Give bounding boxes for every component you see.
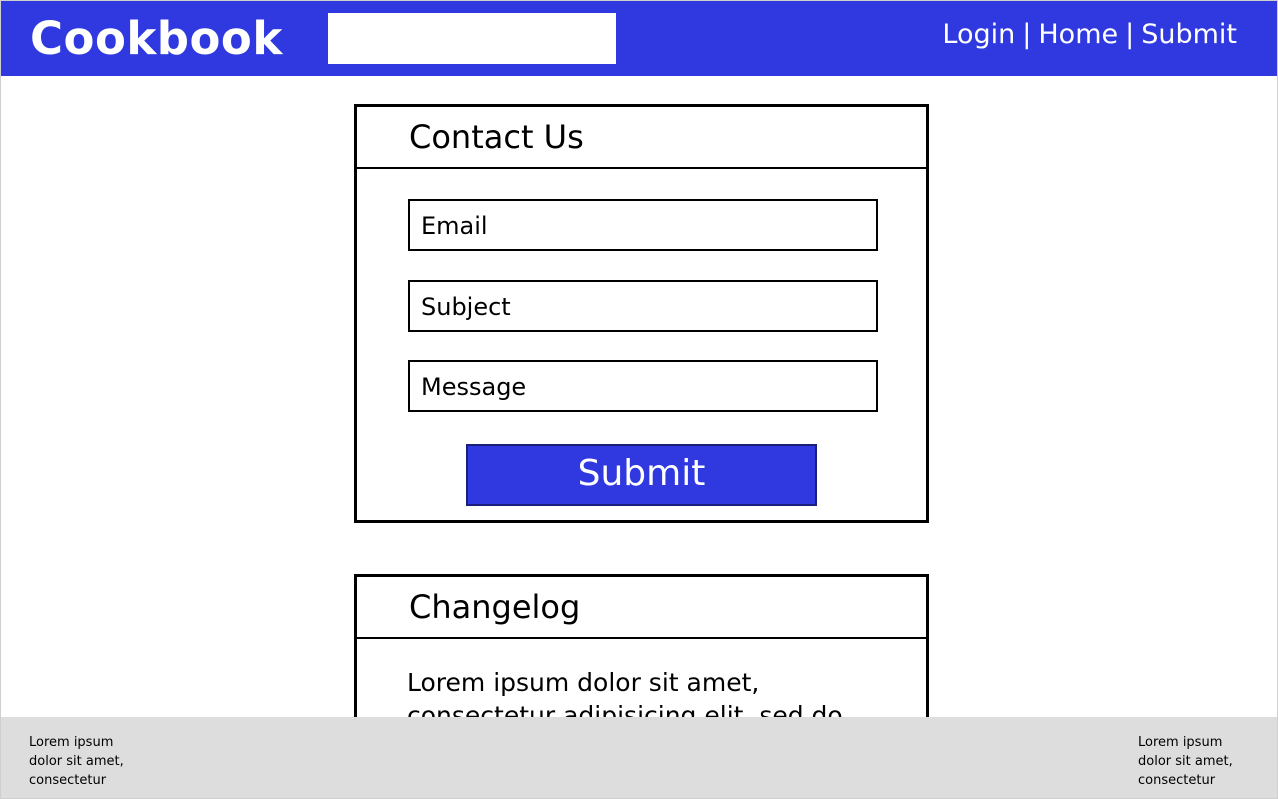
- submit-button[interactable]: Submit: [466, 444, 817, 506]
- home-link[interactable]: Home: [1038, 19, 1118, 50]
- search-input[interactable]: [328, 13, 616, 64]
- message-field[interactable]: [408, 360, 878, 412]
- site-logo[interactable]: Cookbook: [30, 7, 283, 71]
- contact-title: Contact Us: [409, 118, 584, 156]
- changelog-title: Changelog: [409, 588, 581, 626]
- contact-card-header: Contact Us: [357, 107, 926, 169]
- submit-link[interactable]: Submit: [1141, 19, 1237, 50]
- header-bar: Cookbook Login | Home | Submit: [1, 1, 1277, 76]
- top-nav: Login | Home | Submit: [942, 15, 1237, 55]
- footer-left-text: Lorem ipsum dolor sit amet, consectetur: [29, 735, 124, 788]
- footer-bar: Lorem ipsum dolor sit amet, consectetur …: [1, 717, 1277, 798]
- nav-separator: |: [1022, 19, 1032, 50]
- contact-form-card: Contact Us Submit: [354, 104, 929, 523]
- subject-field[interactable]: [408, 280, 878, 332]
- email-field[interactable]: [408, 199, 878, 251]
- changelog-card-header: Changelog: [357, 577, 926, 639]
- footer-right-text: Lorem ipsum dolor sit amet, consectetur: [1138, 735, 1233, 788]
- nav-separator: |: [1125, 19, 1135, 50]
- page: Cookbook Login|Home|Submit Contact Us Su…: [0, 0, 1278, 799]
- login-link[interactable]: Login: [942, 19, 1015, 50]
